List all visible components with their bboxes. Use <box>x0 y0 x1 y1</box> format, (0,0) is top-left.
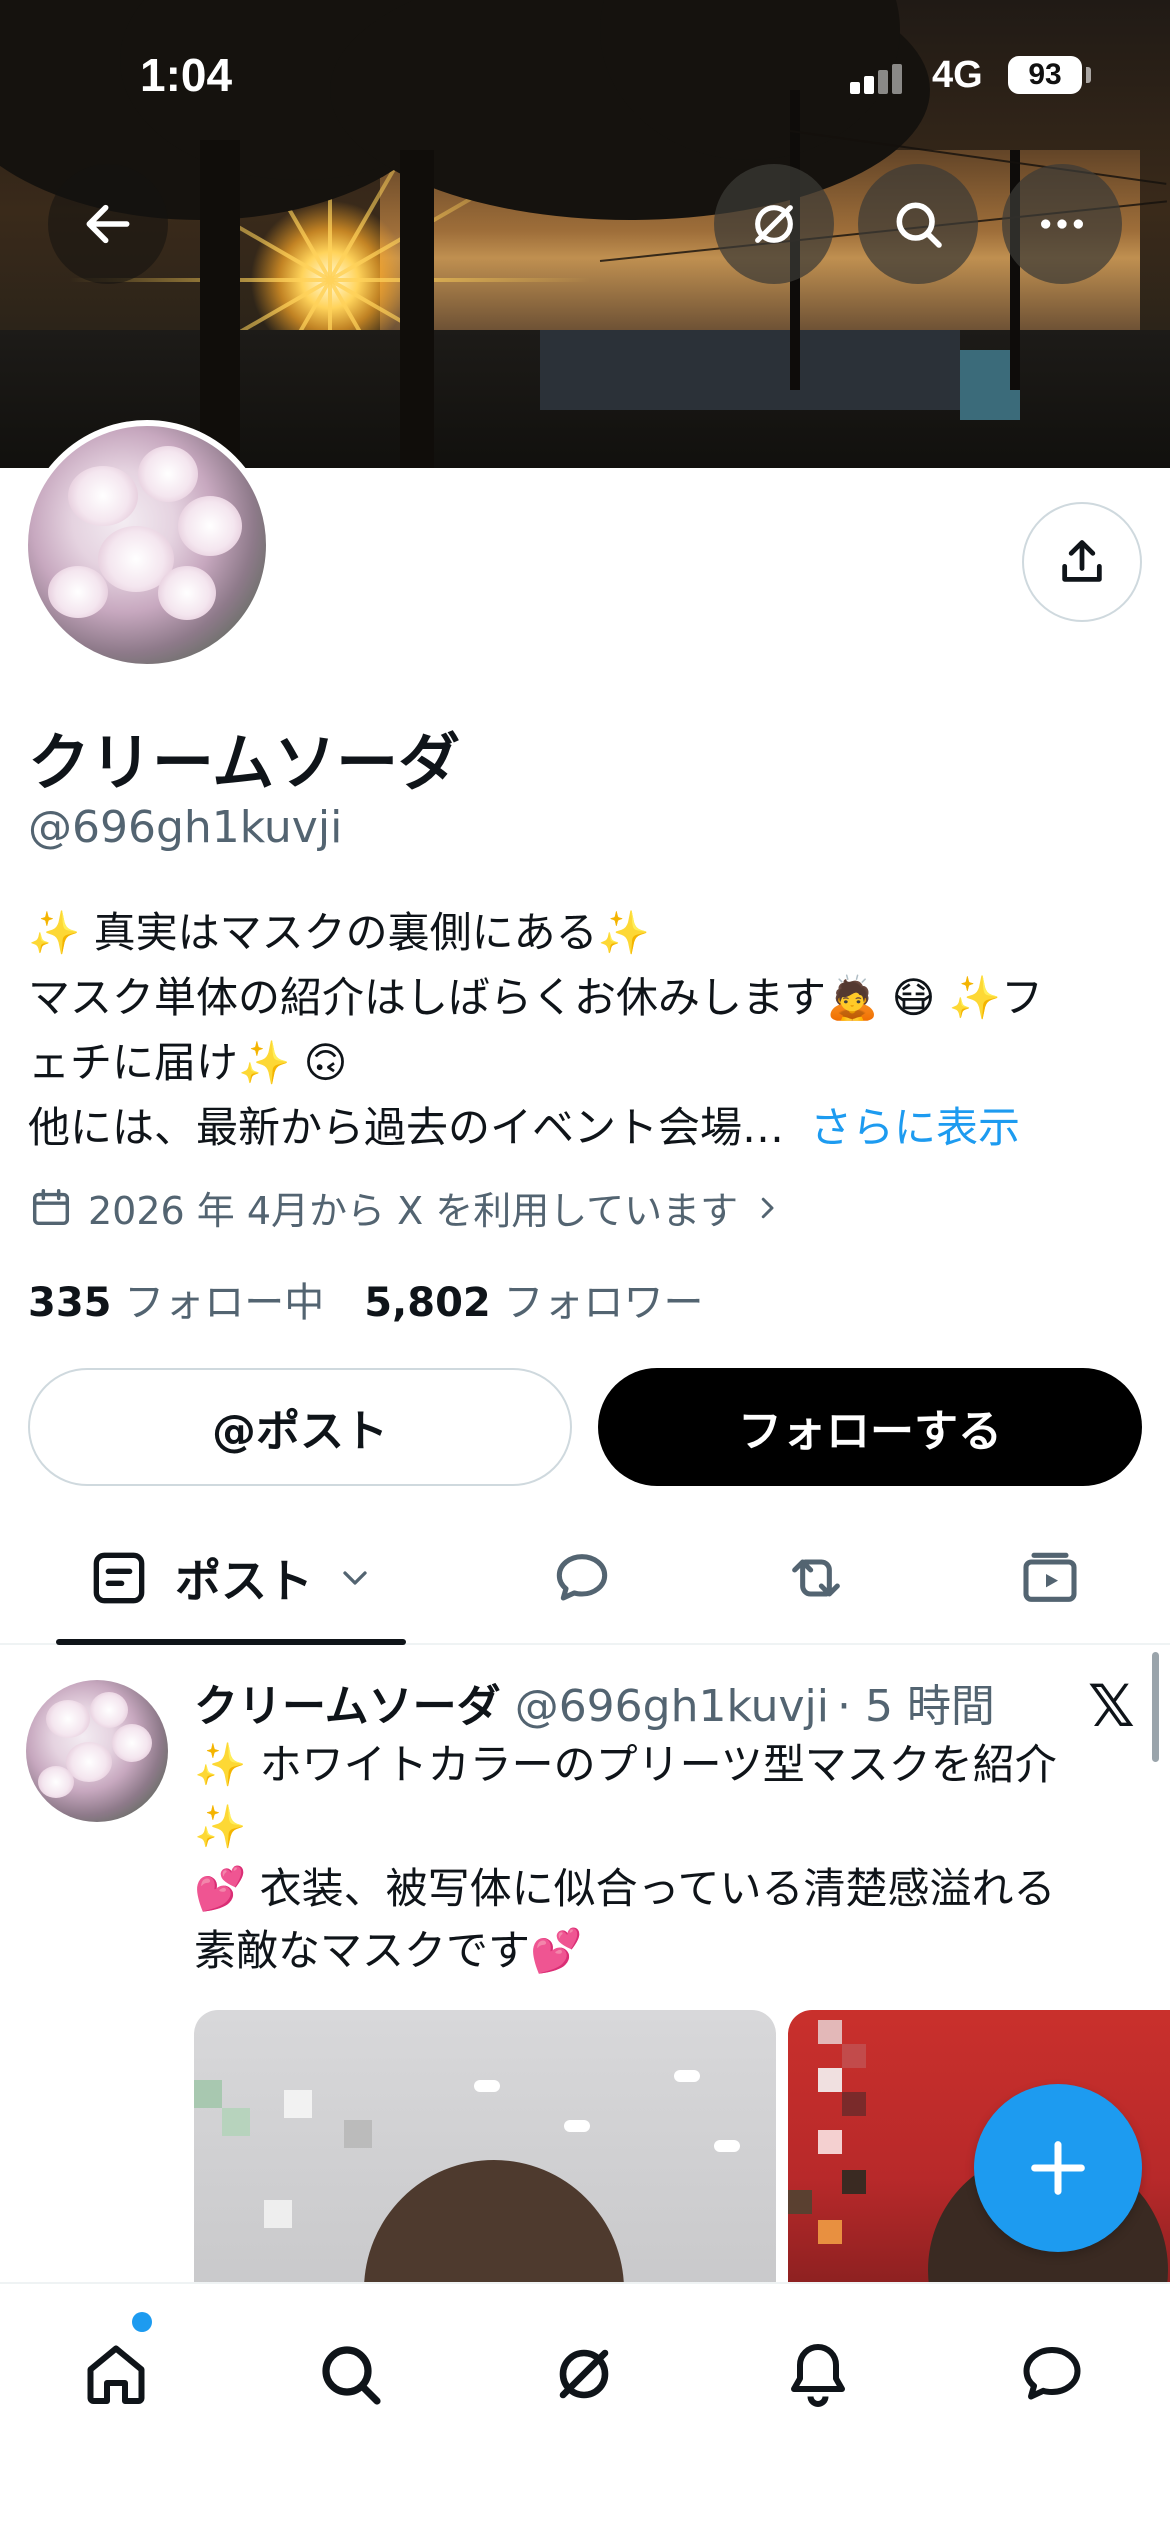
battery-tip <box>1086 67 1091 83</box>
share-icon <box>1062 540 1102 582</box>
battery-icon: 93 <box>1008 56 1082 94</box>
back-button[interactable] <box>48 164 168 284</box>
chevron-down-icon <box>343 1570 367 1585</box>
compose-button[interactable] <box>974 2084 1142 2252</box>
banner-trunk <box>200 140 240 468</box>
nav-notifications[interactable] <box>768 2324 868 2424</box>
joined-date[interactable]: 2026 年 4月から X を利用しています <box>28 1180 796 1235</box>
post-author-name[interactable]: クリームソーダ <box>194 1681 501 1732</box>
search-button[interactable] <box>858 164 978 284</box>
tab-media[interactable] <box>990 1510 1110 1645</box>
grok-button[interactable] <box>714 164 834 284</box>
show-more-link[interactable]: さらに表示 <box>810 1103 1020 1152</box>
repost-icon <box>792 1558 840 1597</box>
following-stat[interactable]: 335 フォロー中 <box>28 1280 324 1326</box>
bio-line-last: 他には、最新から過去のイベント会場… さらに表示 <box>28 1095 1148 1160</box>
joined-text: 2026 年 4月から X を利用しています <box>88 1189 739 1233</box>
post-time: · 5 時間 <box>836 1681 995 1732</box>
display-name: クリームソーダ <box>28 726 461 799</box>
post-line: 💕 衣装、被写体に似合っている清楚感溢れる <box>194 1864 1056 1913</box>
profile-avatar[interactable] <box>22 420 272 670</box>
home-notification-dot <box>132 2312 152 2332</box>
calendar-icon <box>32 1188 70 1225</box>
post-header: クリームソーダ @696gh1kuvji · 5 時間 <box>194 1670 995 1734</box>
followers-stat[interactable]: 5,802 フォロワー <box>364 1280 703 1326</box>
post-line: ✨ <box>194 1802 247 1851</box>
search-icon <box>896 202 942 248</box>
banner-building <box>540 330 960 410</box>
nav-grok[interactable] <box>534 2324 634 2424</box>
nav-home[interactable] <box>66 2324 166 2424</box>
media-icon <box>1023 1552 1077 1602</box>
status-time: 1:04 <box>140 49 233 101</box>
scrollbar[interactable] <box>1152 1652 1159 1762</box>
bio-line: 他には、最新から過去のイベント会場… <box>28 1103 785 1152</box>
mention-post-button[interactable]: @ポスト <box>28 1368 572 1486</box>
chat-icon <box>1023 2347 1081 2400</box>
chevron-right-icon <box>761 1197 774 1218</box>
tab-reposts[interactable] <box>756 1510 876 1645</box>
status-bar: 1:04 4G 93 <box>0 0 1170 150</box>
profile-bio: ✨ 真実はマスクの裏側にある✨ マスク単体の紹介はしばらくお休みします🙇 😷 ✨… <box>28 900 1148 1160</box>
nav-search[interactable] <box>300 2324 400 2424</box>
tab-posts[interactable]: ポスト <box>56 1510 406 1645</box>
network-type: 4G <box>932 54 983 96</box>
bio-line: ✨ 真実はマスクの裏側にある✨ <box>28 908 650 957</box>
profile-tabs: ポスト <box>0 1510 1170 1645</box>
tab-posts-label: ポスト <box>175 1553 313 1608</box>
person-head <box>364 2160 624 2290</box>
home-icon <box>87 2345 145 2404</box>
following-count: 335 <box>28 1280 112 1326</box>
grok-icon <box>755 205 793 243</box>
bell-icon <box>791 2344 845 2407</box>
reply-icon <box>556 1553 608 1601</box>
more-button[interactable] <box>1002 164 1122 284</box>
post-text[interactable]: ✨ ホワイトカラーのプリーツ型マスクを紹介 ✨ 💕 衣装、被写体に似合っている清… <box>194 1734 1124 1982</box>
profile-handle: @696gh1kuvji <box>28 802 343 853</box>
grok-icon <box>559 2349 609 2399</box>
post-line: 素敵なマスクです💕 <box>194 1926 583 1975</box>
bio-line: マスク単体の紹介はしばらくお休みします🙇 😷 ✨フ <box>28 973 1044 1022</box>
followers-label: フォロワー <box>503 1280 704 1326</box>
back-arrow-icon <box>86 204 130 244</box>
share-button[interactable] <box>1022 502 1142 622</box>
post-avatar[interactable] <box>26 1680 168 1822</box>
post-line: ✨ ホワイトカラーのプリーツ型マスクを紹介 <box>194 1740 1057 1789</box>
post-image-1[interactable] <box>194 2010 776 2290</box>
plus-icon <box>1031 2141 1085 2195</box>
post-author-handle[interactable]: @696gh1kuvji <box>515 1681 829 1732</box>
x-logo-icon: 𝕏 <box>1088 1672 1135 1740</box>
bottom-nav <box>0 2282 1170 2532</box>
search-icon <box>322 2346 381 2405</box>
following-label: フォロー中 <box>124 1280 325 1326</box>
posts-tab-icon <box>93 1552 145 1603</box>
bio-line: ェチに届け✨ 🙃 <box>28 1038 348 1087</box>
followers-count: 5,802 <box>364 1280 491 1326</box>
nav-messages[interactable] <box>1002 2324 1102 2424</box>
active-tab-indicator <box>56 1639 406 1645</box>
follow-button[interactable]: フォローする <box>598 1368 1142 1486</box>
follow-stats: 335 フォロー中 5,802 フォロワー <box>28 1270 703 1328</box>
tab-replies[interactable] <box>522 1510 642 1645</box>
banner-trunk <box>400 150 434 468</box>
more-icon <box>1041 219 1083 229</box>
signal-icon <box>850 62 910 94</box>
